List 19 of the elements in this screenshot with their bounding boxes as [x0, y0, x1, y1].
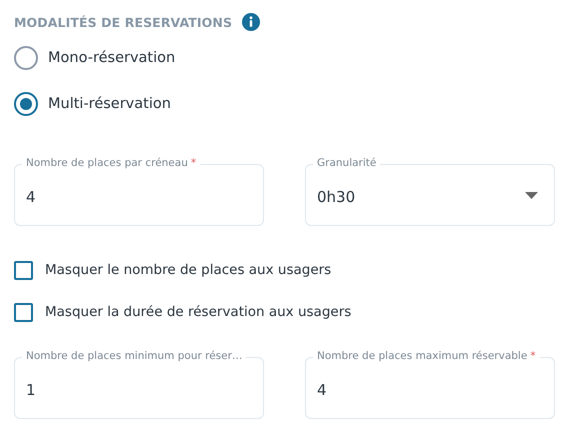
input-field[interactable]: Nombre de places par créneau * 4: [14, 157, 264, 226]
checkbox[interactable]: [14, 302, 33, 322]
radio-label[interactable]: Multi-réservation: [48, 96, 171, 112]
field-label: Nombre de places maximum réservable *: [313, 350, 540, 362]
dropdown-field[interactable]: Granularité 0h30: [305, 157, 555, 226]
field-label: Nombre de places par créneau *: [22, 157, 200, 169]
caret-icon[interactable]: [525, 192, 538, 199]
radio-label[interactable]: Mono-réservation: [48, 50, 176, 66]
radio-button[interactable]: [14, 92, 38, 116]
section-title: MODALITÉS DE RESERVATIONS: [14, 14, 232, 30]
input-field[interactable]: Nombre de places minimum pour réser… 1: [14, 350, 264, 419]
checkbox-label[interactable]: Masquer la durée de réservation aux usagers: [45, 304, 352, 320]
field-label: Nombre de places minimum pour réser…: [22, 350, 246, 362]
checkbox[interactable]: [14, 260, 33, 280]
radio-button[interactable]: [14, 46, 38, 70]
info-icon[interactable]: [242, 13, 260, 31]
checkbox-label[interactable]: Masquer le nombre de places aux usagers: [45, 262, 332, 278]
field-label: Granularité: [313, 157, 380, 169]
input-field[interactable]: Nombre de places maximum réservable * 4: [305, 350, 555, 419]
